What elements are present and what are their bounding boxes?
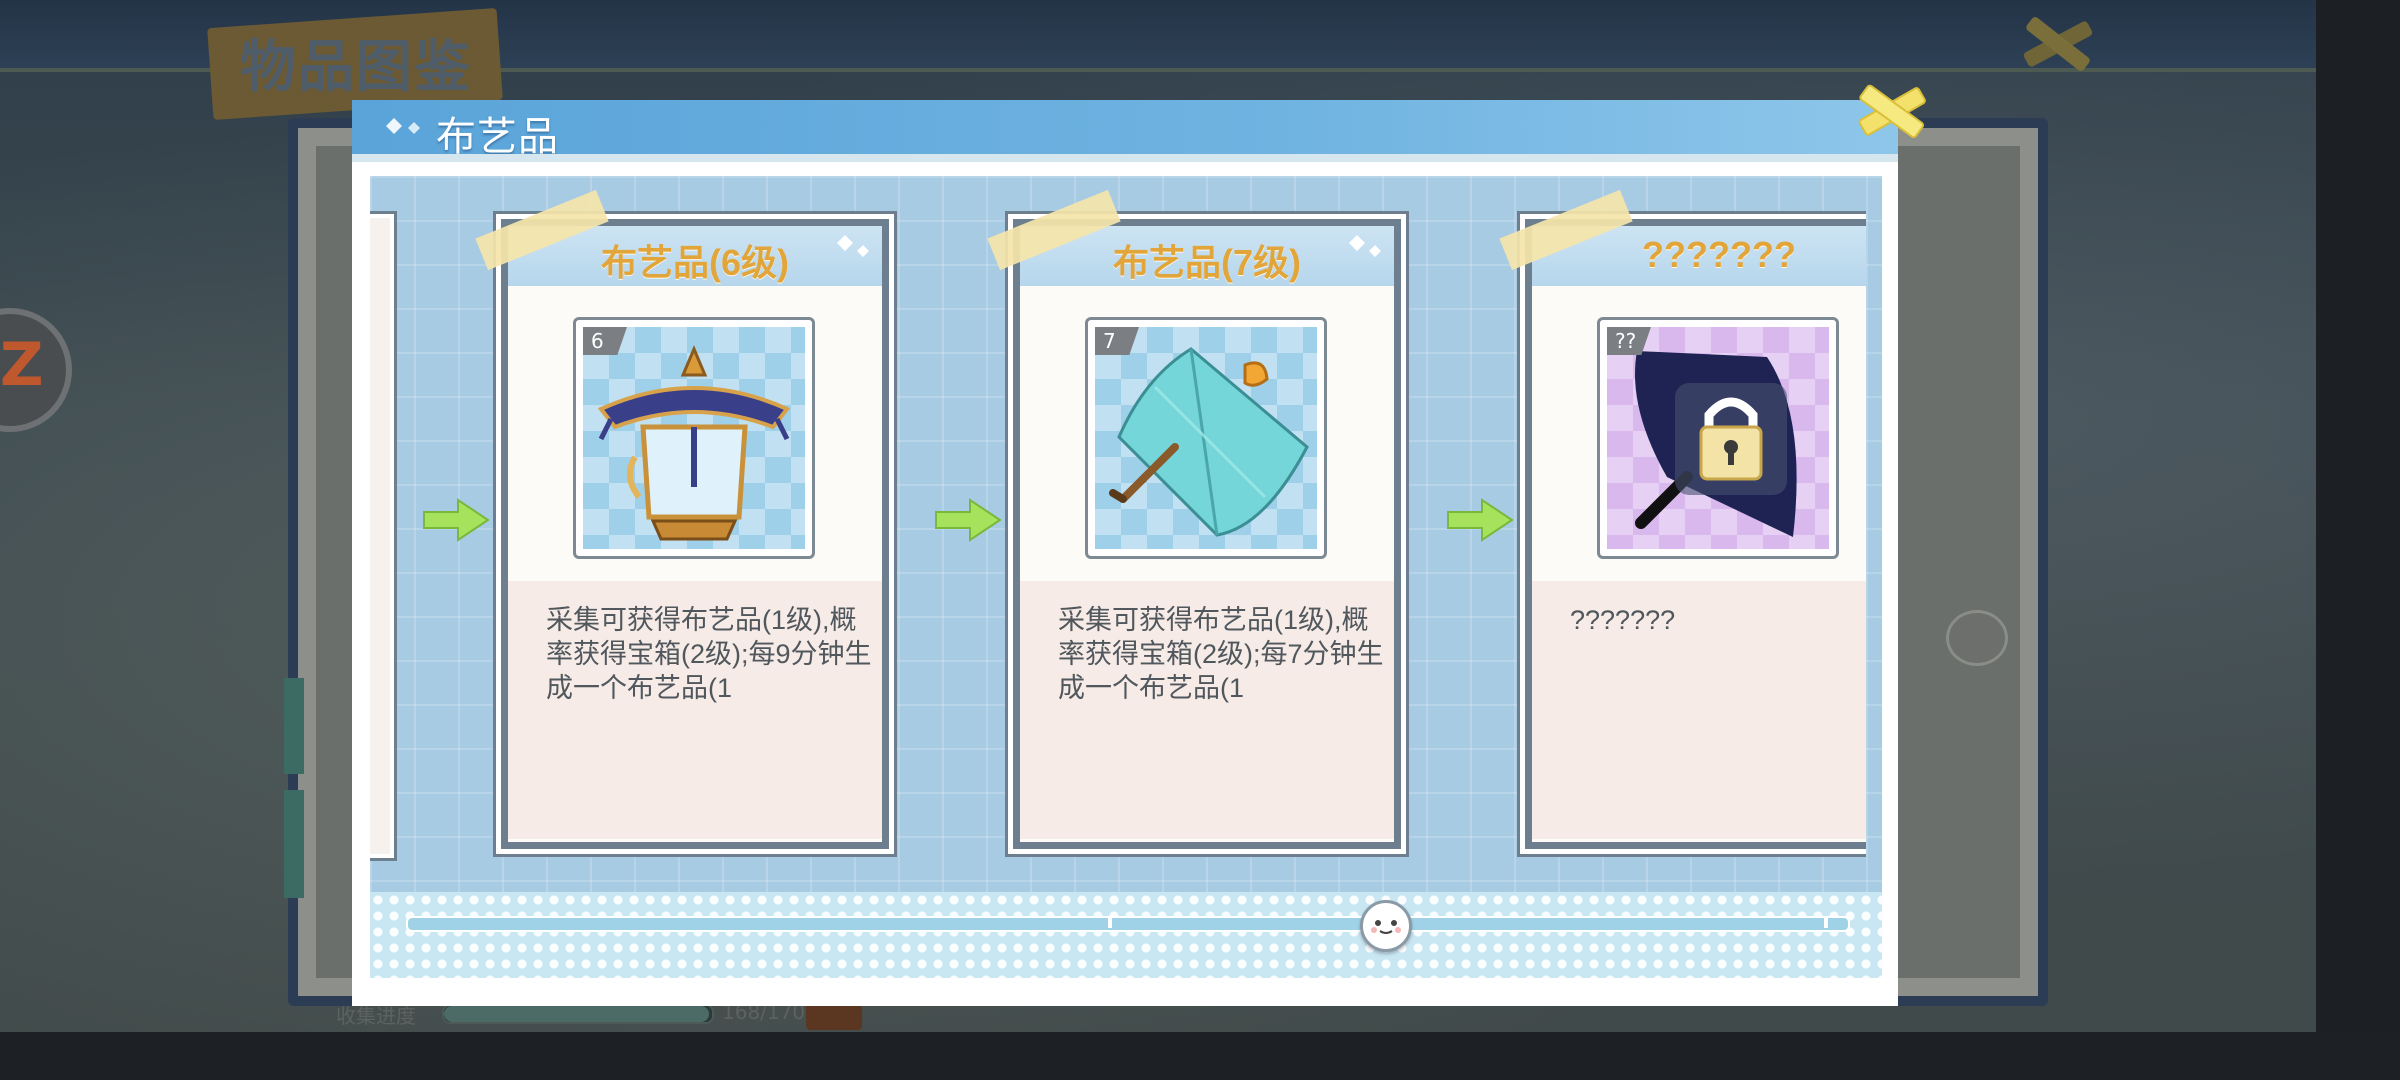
lantern-icon [597, 345, 791, 541]
umbrella-icon [1109, 347, 1309, 537]
green-arrow-icon [1447, 498, 1514, 542]
green-arrow-icon [935, 498, 1002, 542]
diamond-sparkle-icon [386, 118, 420, 134]
card-description: 采集可获得布艺品(1级),概率获得宝箱(2级);每7分钟生成一个布艺品(1 [1058, 605, 1384, 703]
header-divider [352, 154, 1898, 162]
scrollbar-track[interactable] [406, 916, 1850, 932]
card-scroller[interactable]: 布艺品(6级) 6 采集可获得布艺品(1级),概率获得宝箱(2级);每9分钟生成… [370, 176, 1866, 936]
item-icon-frame: 6 [573, 317, 815, 559]
card-description-area: 采集可获得布艺品(1级),概率获得宝箱(2级);每7分钟生成一个布艺品(1 [1020, 581, 1394, 839]
collection-progress-bar [442, 1004, 714, 1024]
close-icon[interactable] [1852, 74, 1932, 148]
card-description: ??????? [1570, 605, 1676, 635]
dialog-content: 布艺品(6级) 6 采集可获得布艺品(1级),概率获得宝箱(2级);每9分钟生成… [370, 176, 1882, 978]
background-book-tab [284, 790, 304, 898]
item-dialog: 布艺品 布艺品(6级) 6 采集可获得布艺品(1级),概率获得宝箱(2级);每9… [352, 84, 1926, 1006]
background-smiley-icon [1946, 610, 2008, 666]
dialog-header: 布艺品 [352, 100, 1898, 159]
locked-item-card[interactable]: ??????? ?? ??????? [1499, 189, 1866, 854]
previous-card-edge [370, 214, 394, 858]
card-title: 布艺品(6级) [601, 242, 789, 283]
background-page-title: 物品图鉴 [240, 35, 472, 100]
item-card[interactable]: 布艺品(6级) 6 采集可获得布艺品(1级),概率获得宝箱(2级);每9分钟生成… [475, 189, 894, 854]
card-description: 采集可获得布艺品(1级),概率获得宝箱(2级);每9分钟生成一个布艺品(1 [546, 605, 872, 703]
smiley-face-icon[interactable] [1360, 900, 1412, 952]
sparkle-icon [837, 235, 869, 257]
item-icon-frame: ?? [1597, 317, 1839, 559]
card-description-area: 采集可获得布艺品(1级),概率获得宝箱(2级);每9分钟生成一个布艺品(1 [508, 581, 882, 839]
sparkle-icon [1349, 235, 1381, 257]
item-icon-frame: 7 [1085, 317, 1327, 559]
scrollbar-area [370, 892, 1882, 978]
collection-progress-fill [444, 1006, 709, 1022]
padlock-icon [1675, 383, 1787, 495]
item-card[interactable]: 布艺品(7级) 7 采集可获得布艺品(1级),概率获得宝箱(2级);每7分钟生成… [987, 189, 1406, 854]
scrollbar-divider [1824, 916, 1828, 928]
green-arrow-icon [423, 498, 490, 542]
background-book-tab [284, 678, 304, 774]
background-bottom-strip [0, 1032, 2400, 1080]
card-description-area: ??????? [1532, 581, 1866, 839]
scrollbar-divider [1108, 916, 1112, 928]
card-title: 布艺品(7级) [1113, 242, 1301, 283]
background-close-icon [2023, 17, 2093, 71]
